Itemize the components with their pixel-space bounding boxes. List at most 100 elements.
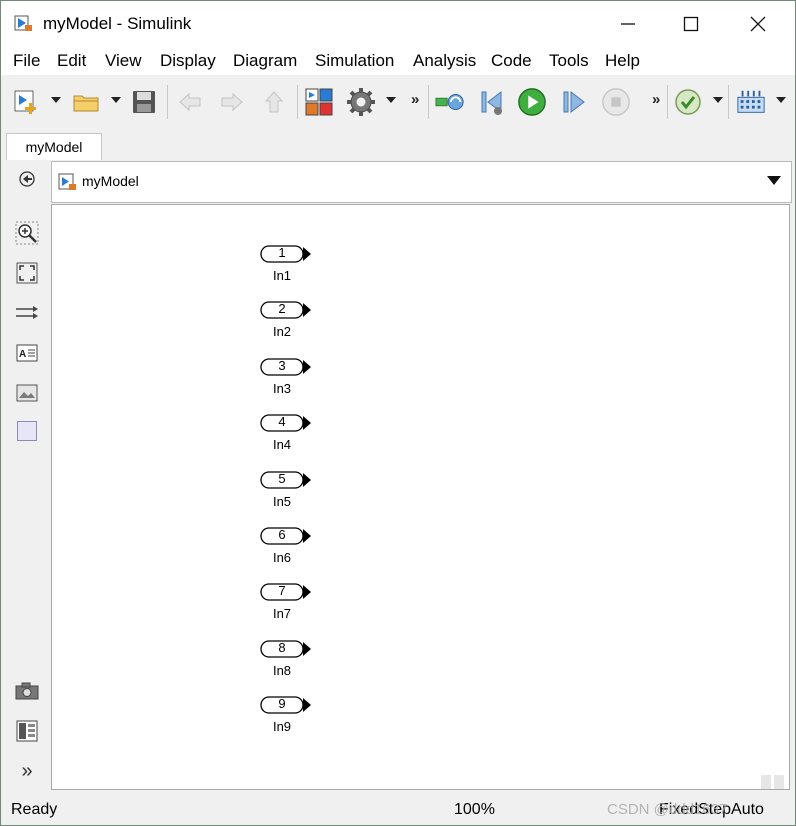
library-browser-button[interactable]	[304, 87, 334, 117]
toolbar-separator	[667, 85, 668, 119]
data-inspector-icon	[737, 90, 765, 113]
back-button[interactable]	[175, 87, 205, 117]
menu-simulation[interactable]: Simulation	[315, 51, 394, 71]
annotation-button[interactable]: A	[15, 341, 39, 365]
inport-block[interactable]: 6 In6	[260, 524, 320, 565]
model-advisor-dropdown[interactable]	[713, 97, 723, 103]
inport-number: 9	[278, 696, 286, 712]
inport-number: 5	[278, 470, 286, 486]
gear-icon	[347, 88, 375, 116]
menu-analysis[interactable]: Analysis	[413, 51, 476, 71]
inport-number: 4	[278, 414, 286, 430]
inport-label[interactable]: In7	[260, 606, 304, 621]
menu-file[interactable]: File	[13, 51, 40, 71]
inport-label[interactable]: In8	[260, 663, 304, 678]
menu-display[interactable]: Display	[160, 51, 216, 71]
inport-label[interactable]: In1	[260, 268, 304, 283]
inport-block[interactable]: 1 In1	[260, 242, 320, 283]
model-config-dropdown[interactable]	[386, 97, 396, 103]
data-inspector-button[interactable]	[736, 87, 766, 117]
back-circle-icon	[19, 171, 35, 187]
image-button[interactable]	[15, 381, 39, 405]
data-inspector-dropdown[interactable]	[776, 97, 786, 103]
camera-icon	[15, 682, 39, 700]
minimize-icon	[621, 23, 635, 25]
check-icon	[675, 89, 701, 115]
inport-label[interactable]: In4	[260, 437, 304, 452]
forward-button[interactable]	[217, 87, 247, 117]
up-icon	[264, 91, 284, 113]
inport-number: 2	[278, 301, 286, 317]
run-button[interactable]	[517, 87, 547, 117]
inport-number: 6	[278, 527, 286, 542]
inport-label[interactable]: In3	[260, 381, 304, 396]
model-advisor-button[interactable]	[673, 87, 703, 117]
zoom-icon	[15, 221, 39, 245]
zoom-level[interactable]: 100%	[454, 801, 495, 819]
svg-text:A: A	[19, 349, 26, 360]
model-canvas[interactable]: 1 In1 2 In2 3 In3 4 In4 5 In5 6 In6 7 In7 8 In8 9 In9	[51, 204, 790, 790]
back-icon	[179, 92, 201, 112]
maximize-icon	[683, 16, 699, 32]
open-dropdown[interactable]	[111, 97, 121, 103]
step-forward-button[interactable]	[559, 87, 589, 117]
toolbar: » »	[1, 77, 795, 127]
save-button[interactable]	[129, 87, 159, 117]
inport-block[interactable]: 3 In3	[260, 355, 320, 396]
stop-button[interactable]	[601, 87, 631, 117]
maximize-button[interactable]	[668, 1, 714, 47]
inport-label[interactable]: In6	[260, 550, 304, 565]
toolbar-overflow-icon[interactable]: »	[652, 91, 660, 108]
area-button[interactable]	[15, 419, 39, 443]
open-button[interactable]	[71, 87, 101, 117]
inport-label[interactable]: In2	[260, 324, 304, 339]
watermark: CSDN @ddd1637	[607, 801, 728, 818]
property-inspector-button[interactable]	[15, 719, 39, 743]
inport-block[interactable]: 2 In2	[260, 298, 320, 339]
new-model-dropdown[interactable]	[51, 97, 61, 103]
zoom-button[interactable]	[15, 221, 39, 245]
menu-edit[interactable]: Edit	[57, 51, 86, 71]
inport-number: 7	[278, 583, 286, 599]
hide-explorer-button[interactable]	[15, 167, 39, 191]
model-config-button[interactable]	[346, 87, 376, 117]
tab-mymodel[interactable]: myModel	[6, 133, 102, 160]
up-button[interactable]	[259, 87, 289, 117]
route-lines-button[interactable]	[15, 301, 39, 325]
resize-grip-icon[interactable]	[761, 775, 785, 789]
inport-block[interactable]: 4 In4	[260, 411, 320, 452]
expand-palette-button[interactable]: »	[15, 759, 39, 783]
title-bar: myModel - Simulink	[1, 1, 795, 47]
address-dropdown-icon[interactable]	[767, 176, 781, 185]
snapshot-button[interactable]	[15, 679, 39, 703]
inport-label[interactable]: In5	[260, 494, 304, 509]
inport-block[interactable]: 8 In8	[260, 637, 320, 678]
inport-block[interactable]: 7 In7	[260, 580, 320, 621]
step-forward-icon	[563, 90, 585, 114]
simulink-window: myModel - Simulink File Edit View Displa…	[0, 0, 796, 826]
menu-code[interactable]: Code	[491, 51, 532, 71]
inport-number: 8	[278, 639, 286, 655]
model-path: myModel	[82, 173, 139, 189]
fit-to-view-icon	[16, 262, 38, 284]
fit-to-view-button[interactable]	[15, 261, 39, 285]
minimize-button[interactable]	[605, 1, 651, 47]
tool-palette: A »	[5, 159, 47, 791]
refresh-model-button[interactable]	[435, 87, 465, 117]
new-model-button[interactable]	[11, 87, 41, 117]
close-button[interactable]	[735, 1, 781, 47]
inport-block[interactable]: 9 In9	[260, 693, 320, 734]
model-browser-address-bar[interactable]: myModel	[51, 161, 792, 203]
inport-label[interactable]: In9	[260, 719, 304, 734]
menu-view[interactable]: View	[105, 51, 142, 71]
menu-diagram[interactable]: Diagram	[233, 51, 297, 71]
inport-block[interactable]: 5 In5	[260, 468, 320, 509]
annotation-icon: A	[16, 344, 38, 362]
menu-help[interactable]: Help	[605, 51, 640, 71]
step-back-button[interactable]	[477, 87, 507, 117]
toolbar-overflow-icon[interactable]: »	[411, 91, 419, 108]
area-icon	[17, 421, 37, 441]
simulink-app-icon	[14, 15, 32, 31]
menu-tools[interactable]: Tools	[549, 51, 589, 71]
forward-icon	[221, 92, 243, 112]
